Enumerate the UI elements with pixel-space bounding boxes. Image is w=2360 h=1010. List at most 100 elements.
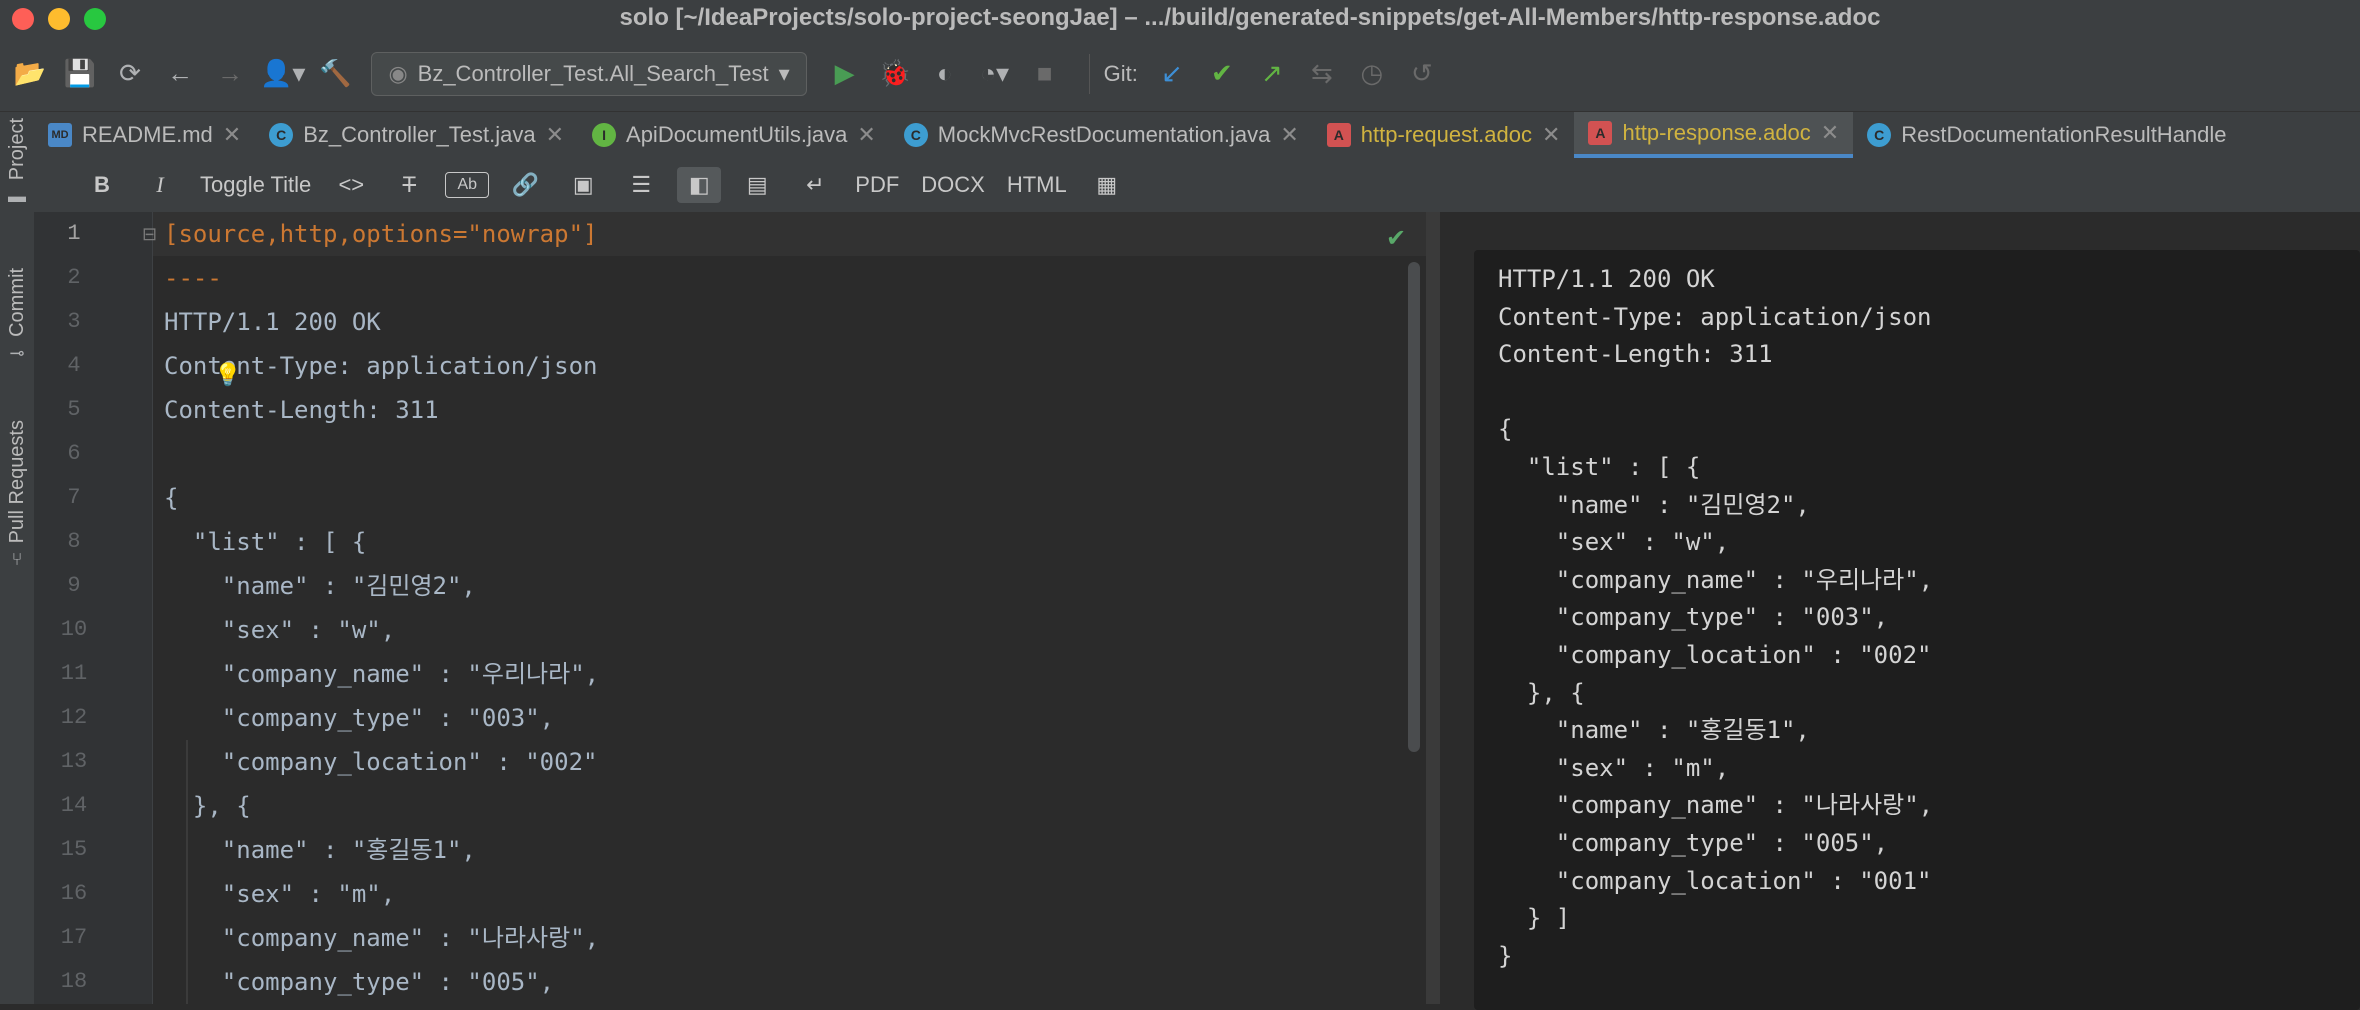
bold-icon[interactable]: B <box>80 167 124 203</box>
coverage-icon[interactable]: ◐ <box>925 52 965 96</box>
line-number: 14 <box>60 793 88 818</box>
no-problems-check-icon[interactable]: ✔ <box>1386 224 1406 253</box>
close-icon[interactable]: ✕ <box>1280 122 1298 148</box>
line-number: 6 <box>67 441 81 466</box>
preview-line: "list" : [ { <box>1498 453 1701 481</box>
maximize-window-button[interactable] <box>84 8 106 30</box>
tab-label: http-request.adoc <box>1360 122 1533 147</box>
build-hammer-icon[interactable]: 🔨 <box>315 52 355 96</box>
preview-line: "company_type" : "003", <box>1498 603 1889 632</box>
window-title: solo [~/IdeaProjects/solo-project-seongJ… <box>619 4 1881 31</box>
tab-label: README.md <box>82 122 213 147</box>
tab-label: MockMvcRestDocumentation.java <box>937 122 1271 147</box>
sidebar-item-project[interactable]: Project ▬ <box>0 118 34 207</box>
toggle-title-button[interactable]: Toggle Title <box>196 167 315 203</box>
table-icon[interactable]: ▦ <box>1085 167 1129 203</box>
minimize-window-button[interactable] <box>48 8 70 30</box>
run-config-icon: ◉ <box>388 60 408 86</box>
editor-scrollbar[interactable] <box>1408 262 1420 752</box>
line-number: 7 <box>67 485 81 510</box>
tool-window-sidebar: Project ▬ Commit ⊸ Pull Requests ⑂ <box>0 112 35 1004</box>
soft-wrap-icon[interactable]: ↵ <box>793 167 837 203</box>
run-icon[interactable]: ▶ <box>825 52 865 96</box>
close-icon[interactable]: ✕ <box>857 122 875 148</box>
back-icon[interactable]: ← <box>160 52 200 96</box>
tab-http-response[interactable]: A http-response.adoc ✕ <box>1574 112 1854 158</box>
line-number: 17 <box>60 925 88 950</box>
close-icon[interactable]: ✕ <box>1821 120 1839 146</box>
title-bar: solo [~/IdeaProjects/solo-project-seongJ… <box>0 0 2360 36</box>
code-line: "company_type" : "005", <box>164 968 555 996</box>
open-folder-icon[interactable]: 📂 <box>10 52 50 96</box>
preview-only-icon[interactable]: ▤ <box>735 167 779 203</box>
forward-icon[interactable]: → <box>210 52 250 96</box>
git-merge-icon[interactable]: ⇆ <box>1302 52 1342 96</box>
preview-code-block: HTTP/1.1 200 OK Content-Type: application… <box>1474 250 2360 1010</box>
git-history-icon[interactable]: ◷ <box>1352 52 1392 96</box>
export-pdf-button[interactable]: PDF <box>851 167 903 203</box>
git-rollback-icon[interactable]: ↺ <box>1402 52 1442 96</box>
close-icon[interactable]: ✕ <box>223 122 241 148</box>
close-icon[interactable]: ✕ <box>546 122 564 148</box>
preview-line: } <box>1498 941 1513 970</box>
stop-icon[interactable]: ■ <box>1025 52 1065 96</box>
run-configuration-select[interactable]: ◉ Bz_Controller_Test.All_Search_Test ▾ <box>371 51 807 96</box>
close-window-button[interactable] <box>12 8 34 30</box>
preview-line: "name" : "홍길동1", <box>1498 716 1810 745</box>
tab-http-request[interactable]: A http-request.adoc ✕ <box>1313 112 1575 158</box>
sidebar-item-pull-requests[interactable]: Pull Requests ⑂ <box>0 420 34 570</box>
debug-icon[interactable]: 🐞 <box>875 52 915 96</box>
git-label: Git: <box>1103 60 1138 86</box>
tab-bz-controller-test[interactable]: C Bz_Controller_Test.java ✕ <box>255 112 578 158</box>
code-line: "name" : "김민영2", <box>164 572 476 600</box>
line-number: 3 <box>67 309 81 334</box>
lightbulb-icon[interactable]: 💡 <box>214 362 241 388</box>
line-number: 15 <box>60 837 88 862</box>
highlight-icon[interactable]: Ab <box>445 172 490 198</box>
link-icon[interactable]: 🔗 <box>503 167 547 203</box>
tab-label: ApiDocumentUtils.java <box>626 122 848 147</box>
preview-line: } ] <box>1498 904 1571 933</box>
preview-pane: HTTP/1.1 200 OK Content-Type: application… <box>1440 212 2360 1010</box>
asciidoc-file-icon: A <box>1326 123 1351 147</box>
main-toolbar: 📂 💾 ⟳ ← → 👤▾ 🔨 ◉ Bz_Controller_Test.All_… <box>0 36 2360 112</box>
code-editor[interactable]: 1 2 3 4 5 6 7 8 9 10 11 12 13 14 15 16 17 18 [source,http… <box>34 212 1426 1004</box>
close-icon[interactable]: ✕ <box>1542 122 1560 148</box>
user-dropdown-icon[interactable]: 👤▾ <box>260 52 305 96</box>
line-number: 12 <box>60 705 88 730</box>
code-line: "company_name" : "나라사랑", <box>164 924 600 952</box>
save-icon[interactable]: 💾 <box>60 52 100 96</box>
preview-line: HTTP/1.1 200 OK <box>1498 265 1715 293</box>
sidebar-item-label: Pull Requests <box>5 420 28 544</box>
git-push-icon[interactable]: ↗ <box>1252 52 1292 96</box>
folder-icon: ▬ <box>8 186 26 207</box>
italic-icon[interactable]: I <box>138 167 182 203</box>
code-line: "sex" : "m", <box>164 880 396 908</box>
sidebar-item-commit[interactable]: Commit ⊸ <box>0 268 34 364</box>
split-divider[interactable] <box>1426 212 1440 1004</box>
list-icon[interactable]: ☰ <box>619 167 663 203</box>
image-icon[interactable]: ▣ <box>561 167 605 203</box>
split-view-icon[interactable]: ◧ <box>677 167 722 203</box>
git-update-icon[interactable]: ↙ <box>1152 52 1192 96</box>
tab-label: RestDocumentationResultHandle <box>1901 122 2227 147</box>
tab-api-document-utils[interactable]: I ApiDocumentUtils.java ✕ <box>578 112 890 158</box>
strikethrough-icon[interactable]: T <box>387 167 431 203</box>
code-icon[interactable]: <> <box>329 167 373 203</box>
tab-mockmvc-rest-documentation[interactable]: C MockMvcRestDocumentation.java ✕ <box>890 112 1313 158</box>
export-docx-button[interactable]: DOCX <box>917 167 989 203</box>
tab-rest-documentation-result-handler[interactable]: C RestDocumentationResultHandle <box>1853 112 2240 158</box>
profile-icon[interactable]: ◔▾ <box>975 52 1015 96</box>
tab-readme[interactable]: MD README.md ✕ <box>34 112 255 158</box>
preview-line: }, { <box>1498 678 1585 707</box>
code-line: Content-Length: 311 <box>164 396 439 424</box>
asciidoc-file-icon: A <box>1588 121 1613 145</box>
sync-icon[interactable]: ⟳ <box>110 52 150 96</box>
tab-label: Bz_Controller_Test.java <box>303 122 536 147</box>
export-html-button[interactable]: HTML <box>1003 167 1071 203</box>
preview-line: Content-Length: 311 <box>1498 340 1773 369</box>
tab-label: http-response.adoc <box>1622 120 1811 145</box>
code-line: "company_name" : "우리나라", <box>164 660 600 688</box>
fold-icon[interactable]: ⊟ <box>142 224 157 245</box>
git-commit-icon[interactable]: ✔ <box>1202 52 1242 96</box>
